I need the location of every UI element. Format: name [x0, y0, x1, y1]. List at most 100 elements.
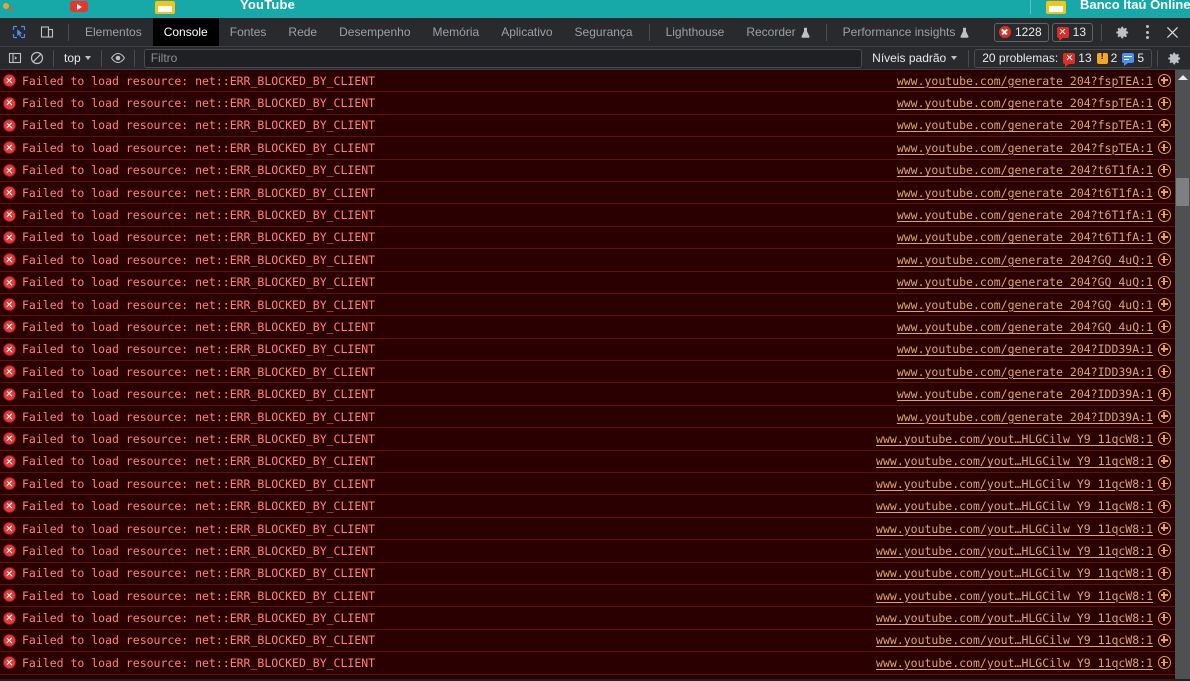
issue-clock-icon[interactable]: [1158, 477, 1171, 491]
console-message-row[interactable]: Failed to load resource: net::ERR_BLOCKE…: [0, 674, 1175, 679]
issue-clock-icon[interactable]: [1158, 208, 1171, 222]
issue-clock-icon[interactable]: [1158, 186, 1171, 200]
issue-clock-icon[interactable]: [1158, 633, 1171, 647]
issue-clock-icon[interactable]: [1158, 589, 1171, 603]
issues-summary-button[interactable]: 20 problemas: 13 2 5: [974, 48, 1152, 68]
source-url-link[interactable]: www.youtube.com/generate_204?fspTEA:1: [897, 141, 1153, 155]
tab-rede[interactable]: Rede: [277, 18, 328, 46]
source-url-link[interactable]: www.youtube.com/yout…HLGCilw_Y9_11qcW8:1: [876, 499, 1153, 513]
source-url-link[interactable]: www.youtube.com/generate_204?IDD39A:1: [897, 342, 1153, 356]
console-message-row[interactable]: Failed to load resource: net::ERR_BLOCKE…: [0, 540, 1175, 563]
issue-clock-icon[interactable]: [1158, 432, 1171, 446]
source-url-link[interactable]: www.youtube.com/yout…HLGCilw_Y9_11qcW8:1: [876, 544, 1153, 558]
tab-seguranca[interactable]: Segurança: [564, 18, 644, 46]
tab-fontes[interactable]: Fontes: [219, 18, 278, 46]
source-url-link[interactable]: www.youtube.com/generate_204?fspTEA:1: [897, 74, 1153, 88]
issue-clock-icon[interactable]: [1158, 96, 1171, 110]
tab-console[interactable]: Console: [152, 18, 219, 46]
message-count-badge[interactable]: 13: [1051, 22, 1093, 42]
console-message-row[interactable]: Failed to load resource: net::ERR_BLOCKE…: [0, 70, 1175, 93]
console-message-row[interactable]: Failed to load resource: net::ERR_BLOCKE…: [0, 450, 1175, 474]
tab-recorder[interactable]: Recorder: [735, 18, 820, 46]
source-url-link[interactable]: www.youtube.com/yout…HLGCilw_Y9_11qcW8:1: [876, 454, 1153, 468]
source-url-link[interactable]: www.youtube.com/yout…HLGCilw_Y9_11qcW8:1: [876, 589, 1153, 603]
tab-memoria[interactable]: Memória: [422, 18, 491, 46]
issue-clock-icon[interactable]: [1158, 410, 1171, 424]
console-message-row[interactable]: Failed to load resource: net::ERR_BLOCKE…: [0, 405, 1175, 429]
console-message-row[interactable]: Failed to load resource: net::ERR_BLOCKE…: [0, 428, 1175, 451]
source-url-link[interactable]: www.youtube.com/generate_204?GQ_4uQ:1: [897, 320, 1153, 334]
source-url-link[interactable]: www.youtube.com/yout…HLGCilw_Y9_11qcW8:1: [876, 522, 1153, 536]
device-toolbar-icon[interactable]: [34, 20, 60, 45]
console-message-row[interactable]: Failed to load resource: net::ERR_BLOCKE…: [0, 584, 1175, 608]
source-url-link[interactable]: www.youtube.com/yout…HLGCilw_Y9_11qcW8:1: [876, 656, 1153, 670]
console-message-row[interactable]: Failed to load resource: net::ERR_BLOCKE…: [0, 316, 1175, 339]
gear-icon[interactable]: [1110, 20, 1134, 44]
source-url-link[interactable]: www.youtube.com/generate_204?fspTEA:1: [897, 96, 1153, 110]
issue-clock-icon[interactable]: [1158, 298, 1171, 312]
source-url-link[interactable]: www.youtube.com/generate_204?t6T1fA:1: [897, 208, 1153, 222]
source-url-link[interactable]: www.youtube.com/yout…HLGCilw_Y9_11qcW8:1: [876, 678, 1153, 679]
source-url-link[interactable]: www.youtube.com/generate_204?GQ_4uQ:1: [897, 253, 1153, 267]
issue-clock-icon[interactable]: [1158, 387, 1171, 401]
source-url-link[interactable]: www.youtube.com/generate_204?t6T1fA:1: [897, 163, 1153, 177]
console-message-row[interactable]: Failed to load resource: net::ERR_BLOCKE…: [0, 293, 1175, 317]
error-count-badge[interactable]: 1228: [993, 22, 1049, 42]
console-message-row[interactable]: Failed to load resource: net::ERR_BLOCKE…: [0, 383, 1175, 406]
clear-console-icon[interactable]: [26, 48, 48, 68]
console-message-row[interactable]: Failed to load resource: net::ERR_BLOCKE…: [0, 271, 1175, 294]
console-message-row[interactable]: Failed to load resource: net::ERR_BLOCKE…: [0, 137, 1175, 160]
console-message-row[interactable]: Failed to load resource: net::ERR_BLOCKE…: [0, 92, 1175, 115]
issue-clock-icon[interactable]: [1158, 544, 1171, 558]
source-url-link[interactable]: www.youtube.com/yout…HLGCilw_Y9_11qcW8:1: [876, 611, 1153, 625]
issue-clock-icon[interactable]: [1158, 320, 1171, 334]
execution-context-selector[interactable]: top: [59, 49, 96, 68]
issue-clock-icon[interactable]: [1158, 141, 1171, 155]
source-url-link[interactable]: www.youtube.com/yout…HLGCilw_Y9_11qcW8:1: [876, 432, 1153, 446]
source-url-link[interactable]: www.youtube.com/generate_204?GQ_4uQ:1: [897, 298, 1153, 312]
issue-clock-icon[interactable]: [1158, 342, 1171, 356]
console-message-row[interactable]: Failed to load resource: net::ERR_BLOCKE…: [0, 159, 1175, 182]
source-url-link[interactable]: www.youtube.com/yout…HLGCilw_Y9_11qcW8:1: [876, 566, 1153, 580]
source-url-link[interactable]: www.youtube.com/yout…HLGCilw_Y9_11qcW8:1: [876, 633, 1153, 647]
console-message-row[interactable]: Failed to load resource: net::ERR_BLOCKE…: [0, 652, 1175, 675]
scroll-up-arrow-icon[interactable]: [1175, 70, 1190, 84]
console-message-row[interactable]: Failed to load resource: net::ERR_BLOCKE…: [0, 473, 1175, 496]
source-url-link[interactable]: www.youtube.com/generate_204?IDD39A:1: [897, 365, 1153, 379]
issue-clock-icon[interactable]: [1158, 522, 1171, 535]
source-url-link[interactable]: www.youtube.com/generate_204?IDD39A:1: [897, 410, 1153, 424]
console-message-row[interactable]: Failed to load resource: net::ERR_BLOCKE…: [0, 114, 1175, 138]
issue-clock-icon[interactable]: [1158, 163, 1171, 177]
issue-clock-icon[interactable]: [1158, 253, 1171, 267]
console-message-row[interactable]: Failed to load resource: net::ERR_BLOCKE…: [0, 629, 1175, 653]
close-icon[interactable]: [1160, 20, 1184, 44]
console-message-row[interactable]: Failed to load resource: net::ERR_BLOCKE…: [0, 249, 1175, 272]
console-message-row[interactable]: Failed to load resource: net::ERR_BLOCKE…: [0, 181, 1175, 205]
tab-desempenho[interactable]: Desempenho: [328, 18, 421, 46]
scrollbar-thumb[interactable]: [1176, 178, 1189, 206]
source-url-link[interactable]: www.youtube.com/yout…HLGCilw_Y9_11qcW8:1: [876, 477, 1153, 491]
source-url-link[interactable]: www.youtube.com/generate_204?GQ_4uQ:1: [897, 275, 1153, 289]
tab-aplicativo[interactable]: Aplicativo: [490, 18, 563, 46]
console-sidebar-icon[interactable]: [4, 48, 26, 68]
kebab-menu-icon[interactable]: [1137, 20, 1157, 44]
issue-clock-icon[interactable]: [1158, 118, 1171, 132]
issue-clock-icon[interactable]: [1158, 74, 1171, 88]
source-url-link[interactable]: www.youtube.com/generate_204?t6T1fA:1: [897, 186, 1153, 200]
issue-clock-icon[interactable]: [1158, 230, 1171, 244]
console-message-row[interactable]: Failed to load resource: net::ERR_BLOCKE…: [0, 361, 1175, 384]
tab-elementos[interactable]: Elementos: [74, 18, 153, 46]
log-levels-selector[interactable]: Níveis padrão: [866, 49, 963, 68]
console-message-row[interactable]: Failed to load resource: net::ERR_BLOCKE…: [0, 517, 1175, 541]
tab-lighthouse[interactable]: Lighthouse: [655, 18, 736, 46]
console-message-row[interactable]: Failed to load resource: net::ERR_BLOCKE…: [0, 607, 1175, 630]
tab-performance-insights[interactable]: Performance insights: [832, 18, 981, 46]
console-message-row[interactable]: Failed to load resource: net::ERR_BLOCKE…: [0, 562, 1175, 585]
console-message-row[interactable]: Failed to load resource: net::ERR_BLOCKE…: [0, 338, 1175, 362]
source-url-link[interactable]: www.youtube.com/generate_204?t6T1fA:1: [897, 230, 1153, 244]
inspect-element-icon[interactable]: [6, 20, 32, 45]
issue-clock-icon[interactable]: [1158, 566, 1171, 580]
issue-clock-icon[interactable]: [1158, 499, 1171, 513]
filter-input[interactable]: [143, 48, 863, 68]
gear-icon[interactable]: [1163, 48, 1185, 68]
